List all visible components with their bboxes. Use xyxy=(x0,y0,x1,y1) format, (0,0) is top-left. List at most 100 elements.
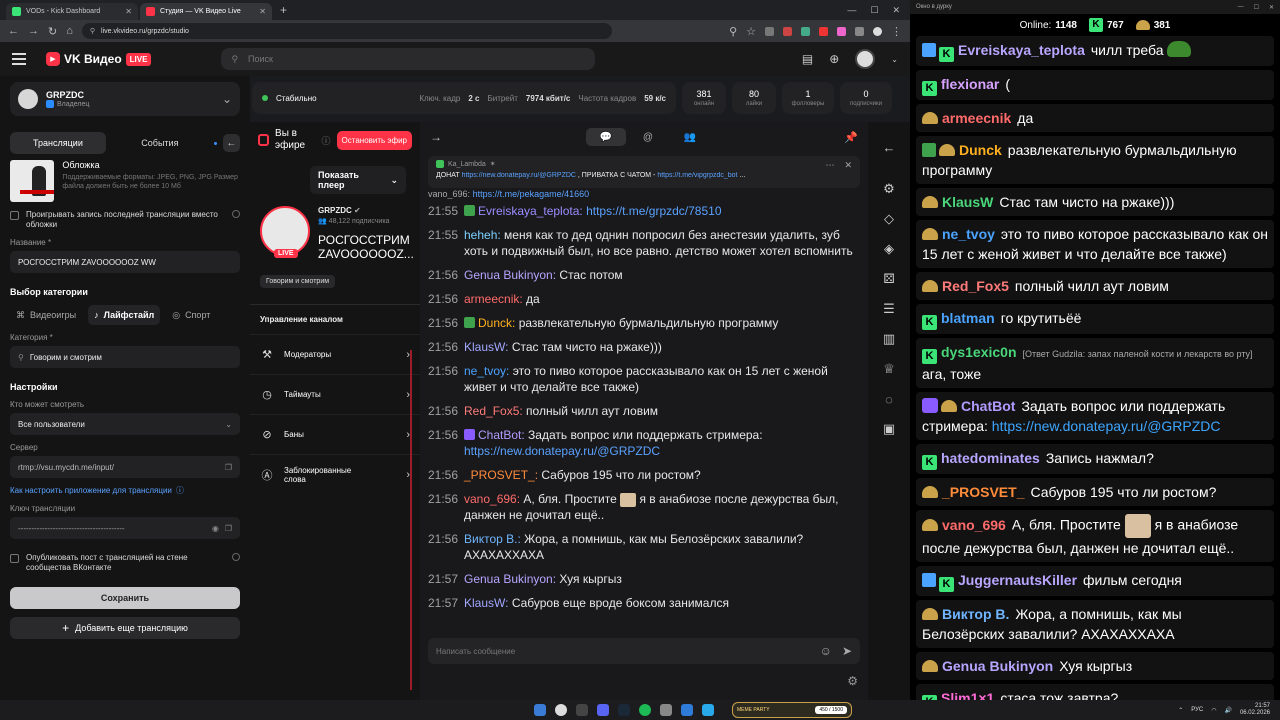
chat-username[interactable]: KlausW: xyxy=(464,340,508,354)
studio-icon[interactable]: ▤ xyxy=(802,52,813,66)
chat-users-tab[interactable]: 👥 xyxy=(670,128,710,146)
steam-icon[interactable] xyxy=(618,704,630,716)
category-sport-button[interactable]: ◎ Спорт xyxy=(166,305,216,325)
publish-checkbox[interactable] xyxy=(10,554,19,563)
gear-icon[interactable]: ⚙ xyxy=(883,174,895,204)
more-dots-icon[interactable]: ⋯ xyxy=(825,160,834,171)
app-icon[interactable] xyxy=(660,704,672,716)
category-input[interactable]: ⚲ Говорим и смотрим xyxy=(10,346,240,368)
chat-username[interactable]: Dunck: xyxy=(478,316,515,330)
copy-icon[interactable]: ❐ xyxy=(225,463,232,472)
chat-username[interactable]: ne_tvoy: xyxy=(464,364,509,378)
avatar[interactable] xyxy=(855,49,876,69)
show-player-button[interactable]: Показать плеер ⌄ xyxy=(310,166,406,194)
chat-username[interactable]: Genua Bukinyon: xyxy=(464,268,556,282)
replay-checkbox-row[interactable]: Проигрывать запись последней трансляции … xyxy=(10,210,240,230)
info-icon[interactable] xyxy=(232,553,240,561)
chat-input[interactable]: Написать сообщение ☺ ➤ xyxy=(428,638,860,664)
discord-icon[interactable] xyxy=(597,704,609,716)
chat-bubble-icon[interactable]: ◌ xyxy=(885,384,893,414)
chevron-down-icon[interactable]: ⌄ xyxy=(891,55,898,64)
chat-username[interactable]: Red_Fox5: xyxy=(464,404,523,418)
chat-username[interactable]: _PROSVET_: xyxy=(464,468,538,482)
bookmark-star-icon[interactable]: ☆ xyxy=(746,25,756,38)
forward-icon[interactable]: → xyxy=(28,25,39,37)
info-icon[interactable] xyxy=(232,210,240,218)
stats-chart-icon[interactable]: ▥ xyxy=(883,324,895,354)
category-tag[interactable]: Говорим и смотрим xyxy=(260,275,336,288)
chat-username[interactable]: Evreiskaya_teplota: xyxy=(478,204,583,218)
add-icon[interactable]: ⊕ xyxy=(829,52,839,66)
chat-link[interactable]: https://t.me/grpzdc/78510 xyxy=(586,204,721,218)
chat-username[interactable]: vano_696: xyxy=(464,492,520,506)
extension-icon[interactable] xyxy=(783,26,792,36)
extension-icon[interactable] xyxy=(819,26,828,36)
blocked-words-item[interactable]: Ⓐ Заблокированные слова › xyxy=(250,454,420,494)
extension-icon[interactable] xyxy=(837,26,846,36)
zoom-icon[interactable]: ⚲ xyxy=(729,25,737,38)
chat-messages-tab[interactable]: 💬 xyxy=(586,128,626,146)
profile-icon[interactable] xyxy=(873,26,882,36)
owner-selector[interactable]: GRPZDC Владелец ⌄ xyxy=(10,82,240,116)
pin-icon[interactable]: 📌 xyxy=(844,131,858,144)
clock[interactable]: 21:57 06.02.2026 xyxy=(1240,703,1270,717)
copy-icon[interactable]: ❐ xyxy=(225,524,232,533)
channel-name[interactable]: GRPZDC ✔ xyxy=(318,206,414,215)
url-field[interactable]: ⚲ live.vkvideo.ru/grpzdc/studio xyxy=(81,23,612,39)
minimize-icon[interactable]: — xyxy=(1238,4,1244,11)
reload-icon[interactable]: ↻ xyxy=(48,25,57,38)
site-info-icon[interactable]: ⚲ xyxy=(90,27,95,35)
category-lifestyle-button[interactable]: ♪ Лайфстайл xyxy=(88,305,161,325)
home-icon[interactable]: ⌂ xyxy=(66,25,73,37)
browser-tab-kick[interactable]: VODs - Kick Dashboard ✕ xyxy=(6,3,138,20)
chat-username[interactable]: Genua Bukinyon: xyxy=(464,572,556,586)
category-games-button[interactable]: ⌘ Видеоигры xyxy=(10,305,82,325)
moderators-item[interactable]: ⚒ Модераторы › xyxy=(250,334,420,374)
private-chat-link[interactable]: https://t.me/vipgrpzdc_bot xyxy=(657,172,737,179)
close-window-icon[interactable]: ✕ xyxy=(892,5,900,16)
how-to-setup-link[interactable]: Как настроить приложение для трансляции ⓘ xyxy=(10,485,240,496)
cover-thumbnail[interactable] xyxy=(10,160,55,202)
list-icon[interactable]: ☰ xyxy=(883,294,895,324)
minimize-icon[interactable]: — xyxy=(847,5,856,16)
search-input[interactable]: ⚲ Поиск xyxy=(221,48,596,70)
tray-chevron-icon[interactable]: ⌃ xyxy=(1178,707,1183,714)
menu-burger-icon[interactable] xyxy=(12,53,26,65)
publish-checkbox-row[interactable]: Опубликовать пост с трансляцией на стене… xyxy=(10,553,240,573)
maximize-icon[interactable]: ☐ xyxy=(870,5,878,16)
chat-username[interactable]: armeecnik: xyxy=(464,292,523,306)
chat-link[interactable]: https://new.donatepay.ru/@GRPZDC xyxy=(464,444,660,458)
video-icon[interactable]: ▣ xyxy=(883,414,895,444)
title-input[interactable]: РОСГОССТРИМ ZAVOOOOOOZ WW xyxy=(10,251,240,273)
vk-logo[interactable]: ▶ VK Видео LIVE xyxy=(46,52,152,66)
back-arrow-icon[interactable]: ← xyxy=(883,132,896,162)
tab-events[interactable]: События xyxy=(112,132,208,154)
extensions-puzzle-icon[interactable] xyxy=(855,26,864,36)
tab-broadcasts[interactable]: Трансляции xyxy=(10,132,106,154)
app-icon[interactable] xyxy=(681,704,693,716)
close-window-icon[interactable]: ✕ xyxy=(1269,4,1274,11)
channel-avatar[interactable]: LIVE xyxy=(260,206,310,258)
obs-icon[interactable] xyxy=(576,704,588,716)
maximize-icon[interactable]: ☐ xyxy=(1254,4,1259,11)
eye-icon[interactable]: ◉ xyxy=(212,524,219,533)
browser-tab-vk[interactable]: Студия — VK Видео Live ✕ xyxy=(140,3,272,20)
collapse-panel-button[interactable]: ← xyxy=(222,134,240,152)
extension-icon[interactable] xyxy=(801,26,810,36)
info-icon[interactable]: ⓘ xyxy=(322,134,331,147)
save-button[interactable]: Сохранить xyxy=(10,587,240,609)
chat-username[interactable]: ChatBot: xyxy=(478,428,525,442)
chat-username[interactable]: heheh: xyxy=(464,228,501,242)
replay-checkbox[interactable] xyxy=(10,211,19,220)
chat-username[interactable]: Виктор В.: xyxy=(464,532,521,546)
add-broadcast-button[interactable]: + Добавить еще трансляцию xyxy=(10,617,240,639)
start-icon[interactable] xyxy=(534,704,546,716)
bans-item[interactable]: ⊘ Баны › xyxy=(250,414,420,454)
volume-icon[interactable]: 🔊 xyxy=(1224,707,1231,714)
gem-icon[interactable]: ◈ xyxy=(884,234,894,264)
chrome-icon[interactable] xyxy=(555,704,567,716)
chat-mentions-tab[interactable]: @ xyxy=(628,128,668,146)
diamond-icon[interactable]: ◇ xyxy=(884,204,894,234)
spotify-icon[interactable] xyxy=(639,704,651,716)
chat-username[interactable]: KlausW: xyxy=(464,596,508,610)
